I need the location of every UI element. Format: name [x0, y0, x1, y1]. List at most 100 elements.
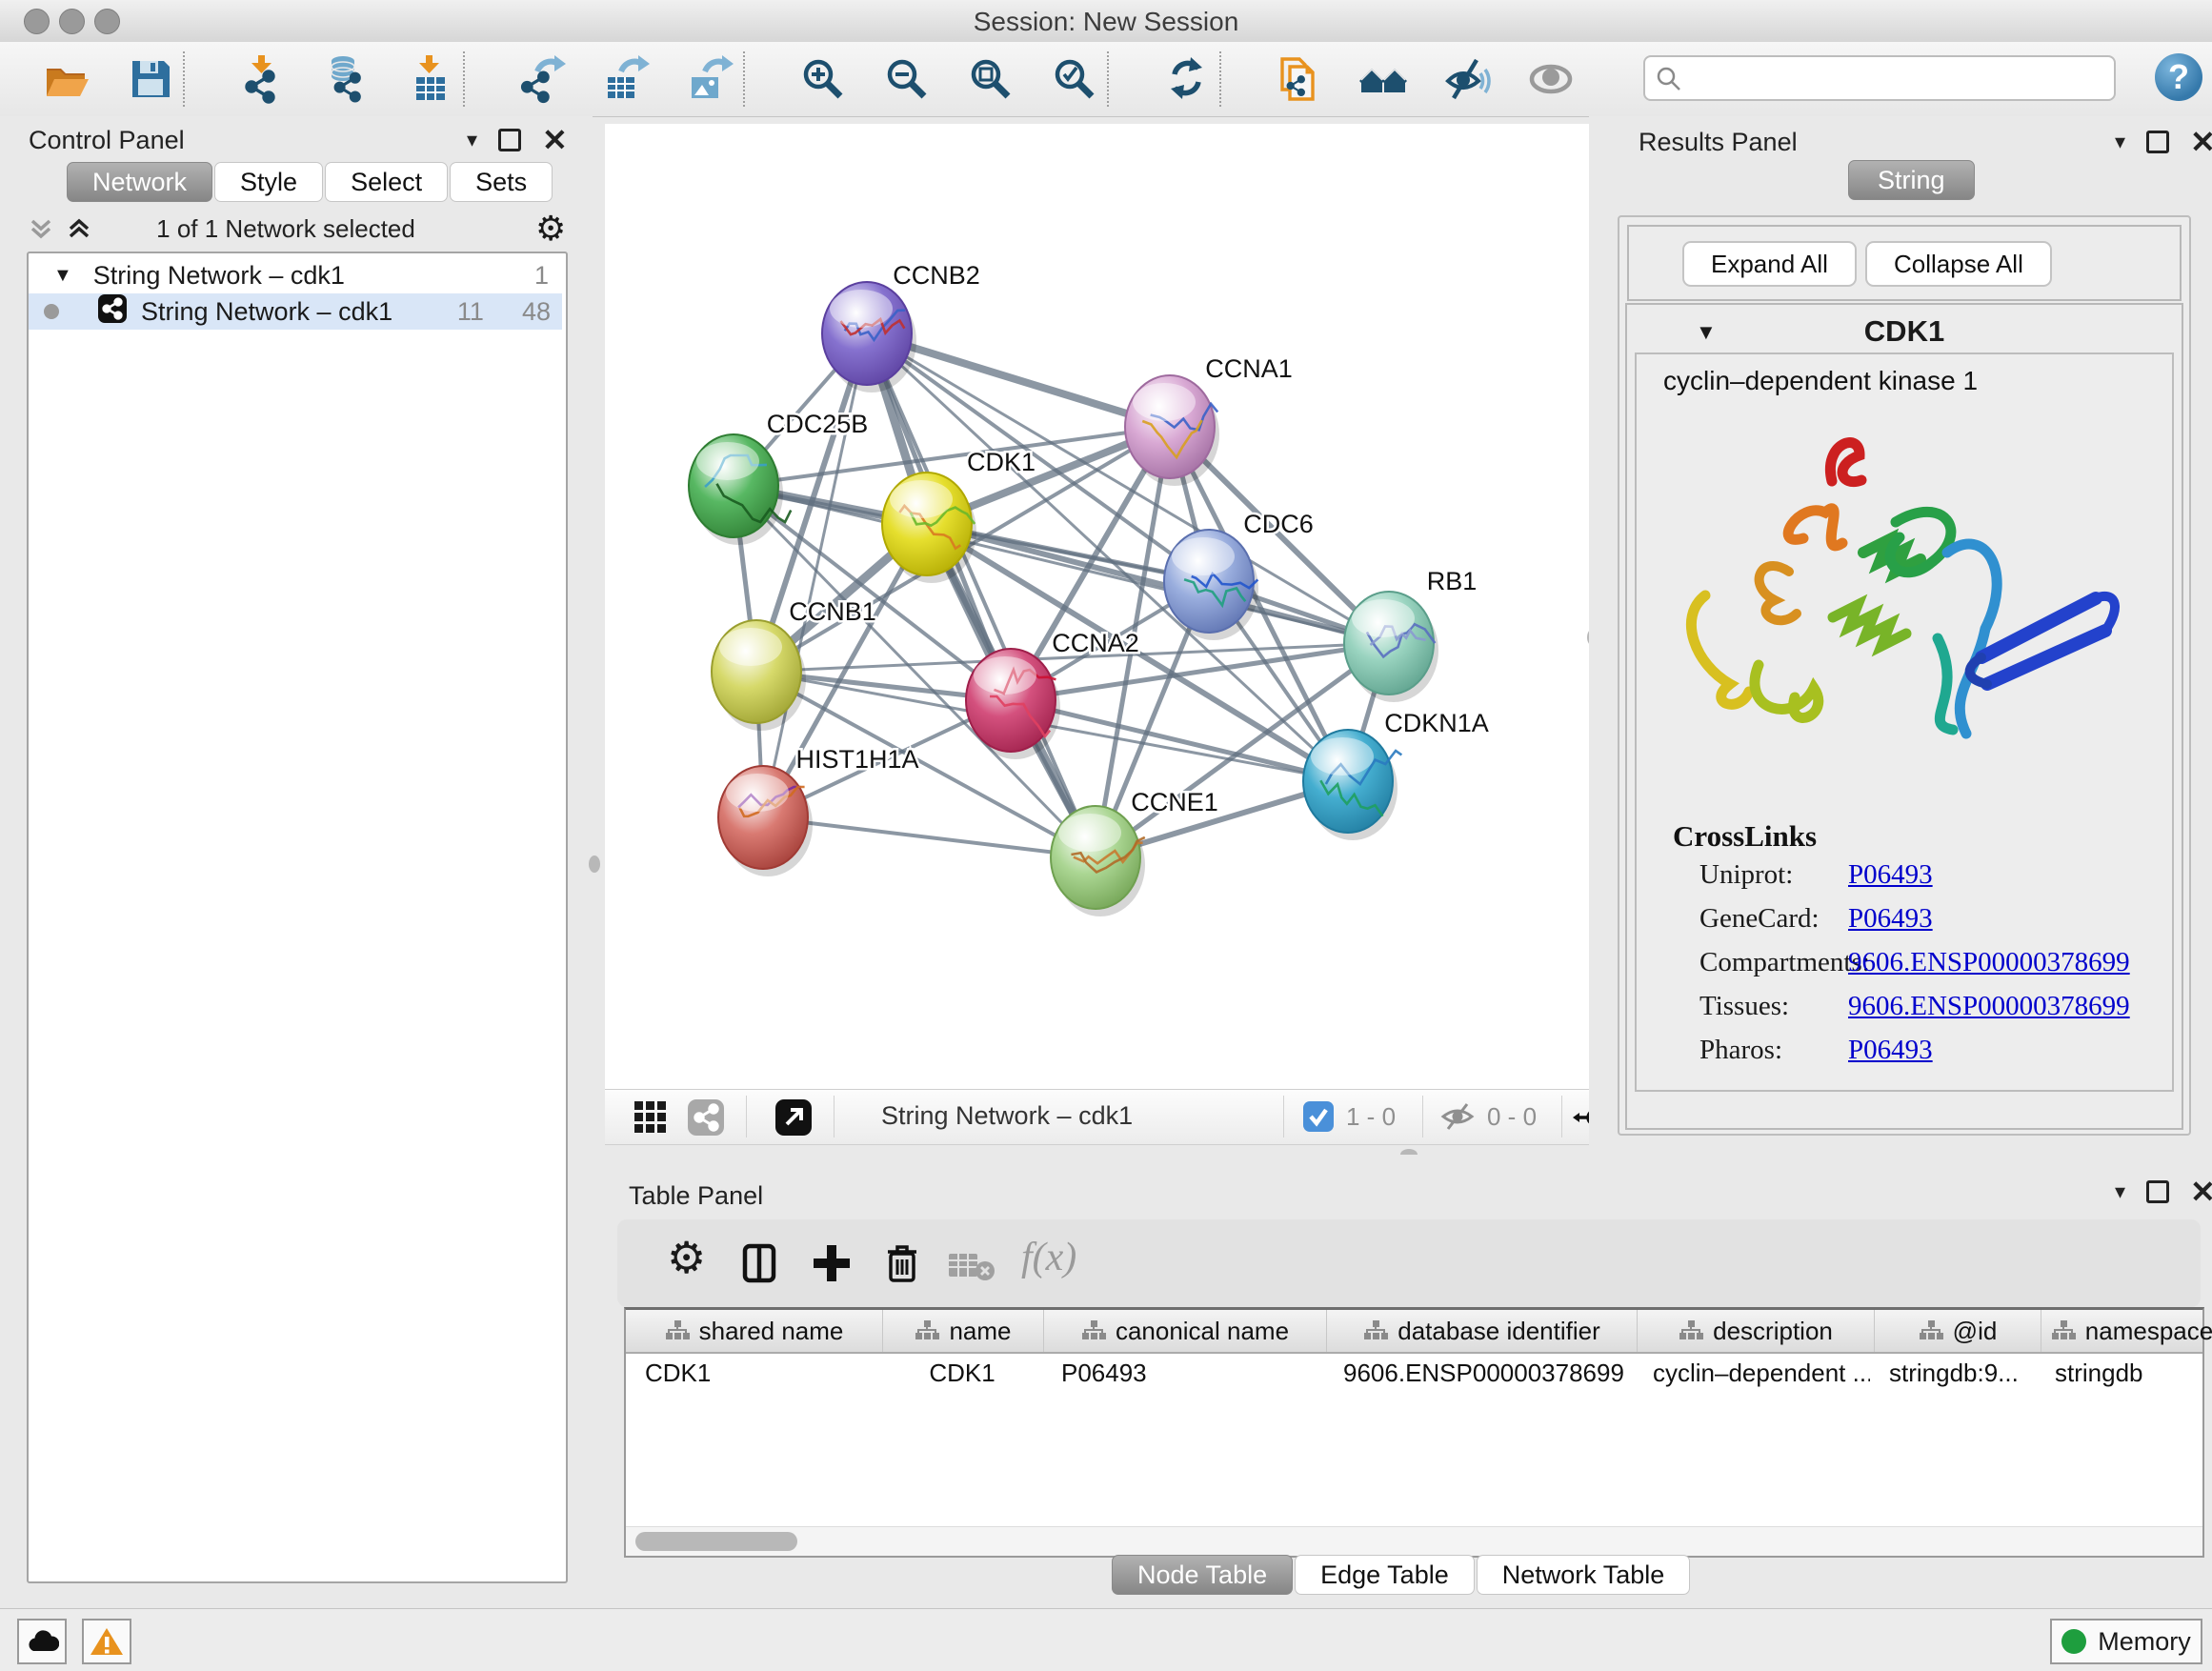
hidden-eye-icon[interactable] [1439, 1101, 1476, 1137]
add-column-icon[interactable] [808, 1240, 855, 1293]
memory-button[interactable]: Memory [2050, 1619, 2202, 1664]
column-header-canonicalname[interactable]: canonical name [1044, 1310, 1327, 1352]
table-cell[interactable]: stringdb:9... [1870, 1354, 2036, 1392]
search-input[interactable] [1689, 59, 2102, 93]
table-cell[interactable]: stringdb [2036, 1354, 2212, 1392]
open-in-new-window-icon[interactable] [774, 1098, 813, 1141]
panel-menu-icon[interactable]: ▾ [2115, 1179, 2125, 1204]
tab-style[interactable]: Style [214, 162, 323, 202]
tab-select[interactable]: Select [325, 162, 448, 202]
collection-count: 1 [534, 261, 549, 291]
delete-column-icon[interactable] [878, 1240, 926, 1293]
zoom-in-icon[interactable] [798, 54, 848, 104]
string-home-icon[interactable] [1358, 54, 1408, 104]
warning-icon[interactable] [82, 1619, 131, 1664]
node-label: CDC6 [1243, 510, 1314, 538]
network-node-hist1h1a[interactable] [718, 766, 813, 876]
network-node-ccna1[interactable] [1125, 375, 1219, 486]
tab-node-table[interactable]: Node Table [1112, 1555, 1293, 1595]
network-edge [763, 817, 1096, 857]
network-row[interactable]: String Network – cdk1 11 48 [29, 293, 562, 330]
network-node-ccnb2[interactable] [822, 282, 916, 393]
panel-menu-icon[interactable]: ▾ [2115, 130, 2125, 154]
crosslinks-title: CrossLinks [1673, 819, 1817, 854]
network-node-cdkn1a[interactable] [1303, 730, 1401, 840]
delete-table-icon-disabled [947, 1248, 998, 1291]
network-canvas[interactable]: CCNB2CCNA1CDC25BCDK1CDC6RB1CCNB1CCNA2CDK… [605, 124, 1589, 1089]
table-cell[interactable]: cyclin–dependent ... [1634, 1354, 1870, 1392]
float-panel-icon[interactable] [2146, 131, 2169, 153]
column-header-description[interactable]: description [1638, 1310, 1875, 1352]
zoom-fit-icon[interactable] [966, 54, 1016, 104]
network-node-ccne1[interactable] [1051, 806, 1145, 916]
tab-network-table[interactable]: Network Table [1477, 1555, 1691, 1595]
window-title: Session: New Session [0, 7, 2212, 37]
refresh-icon[interactable] [1162, 54, 1212, 104]
show-columns-icon[interactable] [735, 1240, 783, 1293]
panel-menu-icon[interactable]: ▾ [467, 128, 477, 152]
network-node-ccna2[interactable] [966, 649, 1060, 759]
open-session-icon[interactable] [42, 54, 91, 104]
column-header-id[interactable]: @id [1875, 1310, 2041, 1352]
scrollbar-thumb[interactable] [635, 1532, 797, 1551]
float-panel-icon[interactable] [498, 129, 521, 151]
help-icon[interactable]: ? [2155, 53, 2202, 101]
tab-network[interactable]: Network [67, 162, 212, 202]
memory-label: Memory [2098, 1627, 2191, 1657]
tab-sets[interactable]: Sets [450, 162, 553, 202]
share-document-icon[interactable] [1275, 54, 1324, 104]
crosslink-pharos-link[interactable]: P06493 [1848, 1035, 1933, 1066]
table-cell[interactable]: CDK1 [626, 1354, 882, 1392]
export-network-icon[interactable] [518, 54, 568, 104]
table-cell[interactable]: 9606.ENSP00000378699 [1324, 1354, 1634, 1392]
export-table-icon[interactable] [602, 54, 652, 104]
network-node-rb1[interactable] [1344, 592, 1438, 702]
node-label: CDKN1A [1384, 709, 1489, 737]
collection-expander-icon[interactable]: ▼ [53, 265, 72, 287]
column-header-name[interactable]: name [883, 1310, 1044, 1352]
gene-section: ▼ CDK1 cyclin–dependent kinase 1 [1625, 303, 2183, 1130]
column-header-sharedname[interactable]: shared name [626, 1310, 883, 1352]
float-panel-icon[interactable] [2146, 1180, 2169, 1203]
crosslink-compartments-link[interactable]: 9606.ENSP00000378699 [1848, 947, 2130, 978]
horizontal-scrollbar[interactable] [626, 1526, 2202, 1556]
table-settings-gear-icon[interactable]: ⚙ [667, 1240, 706, 1275]
crosslink-uniprot-link[interactable]: P06493 [1848, 859, 1933, 891]
import-network-database-icon[interactable] [322, 54, 372, 104]
node-label: RB1 [1427, 567, 1478, 595]
birdseye-grid-icon[interactable] [632, 1098, 668, 1139]
selected-checkbox-icon[interactable] [1302, 1100, 1335, 1137]
zoom-out-icon[interactable] [882, 54, 932, 104]
zoom-selected-icon[interactable] [1050, 54, 1099, 104]
column-header-namespace[interactable]: namespace [2041, 1310, 2212, 1352]
tab-string[interactable]: String [1848, 160, 1975, 200]
crosslink-genecard-link[interactable]: P06493 [1848, 903, 1933, 935]
search-icon [1655, 65, 1683, 98]
close-panel-icon[interactable]: ✕ [542, 131, 568, 150]
table-cell[interactable]: P06493 [1042, 1354, 1324, 1392]
close-panel-icon[interactable]: ✕ [2190, 132, 2212, 151]
crosslink-tissues-link[interactable]: 9606.ENSP00000378699 [1848, 991, 2130, 1022]
show-hide-icon[interactable] [1442, 54, 1492, 104]
network-options-gear-icon[interactable]: ⚙ [535, 211, 566, 246]
cytoscape-window: Session: New Session ? Control Panel ▾ ✕… [0, 0, 2212, 1671]
expand-all-button[interactable]: Expand All [1682, 241, 1857, 287]
network-node-cdk1[interactable] [882, 473, 976, 583]
table-cell[interactable]: CDK1 [882, 1354, 1042, 1392]
import-table-icon[interactable] [406, 54, 455, 104]
export-image-icon[interactable] [686, 54, 735, 104]
network-view-title: String Network – cdk1 [881, 1101, 1133, 1131]
column-header-databaseidentifier[interactable]: database identifier [1327, 1310, 1638, 1352]
import-network-file-icon[interactable] [238, 54, 288, 104]
save-session-icon[interactable] [126, 54, 175, 104]
collapse-all-button[interactable]: Collapse All [1865, 241, 2052, 287]
table-row[interactable]: CDK1CDK1P064939606.ENSP00000378699cyclin… [626, 1354, 2202, 1392]
close-panel-icon[interactable]: ✕ [2190, 1182, 2212, 1201]
cloud-icon[interactable] [17, 1619, 67, 1664]
tab-edge-table[interactable]: Edge Table [1295, 1555, 1475, 1595]
toolbar-separator [463, 51, 465, 107]
network-collection-row[interactable]: ▼ String Network – cdk1 1 [29, 257, 562, 293]
memory-status-dot [2061, 1629, 2086, 1654]
left-splitter-handle[interactable] [589, 856, 600, 873]
string-view-icon-disabled [687, 1098, 725, 1141]
